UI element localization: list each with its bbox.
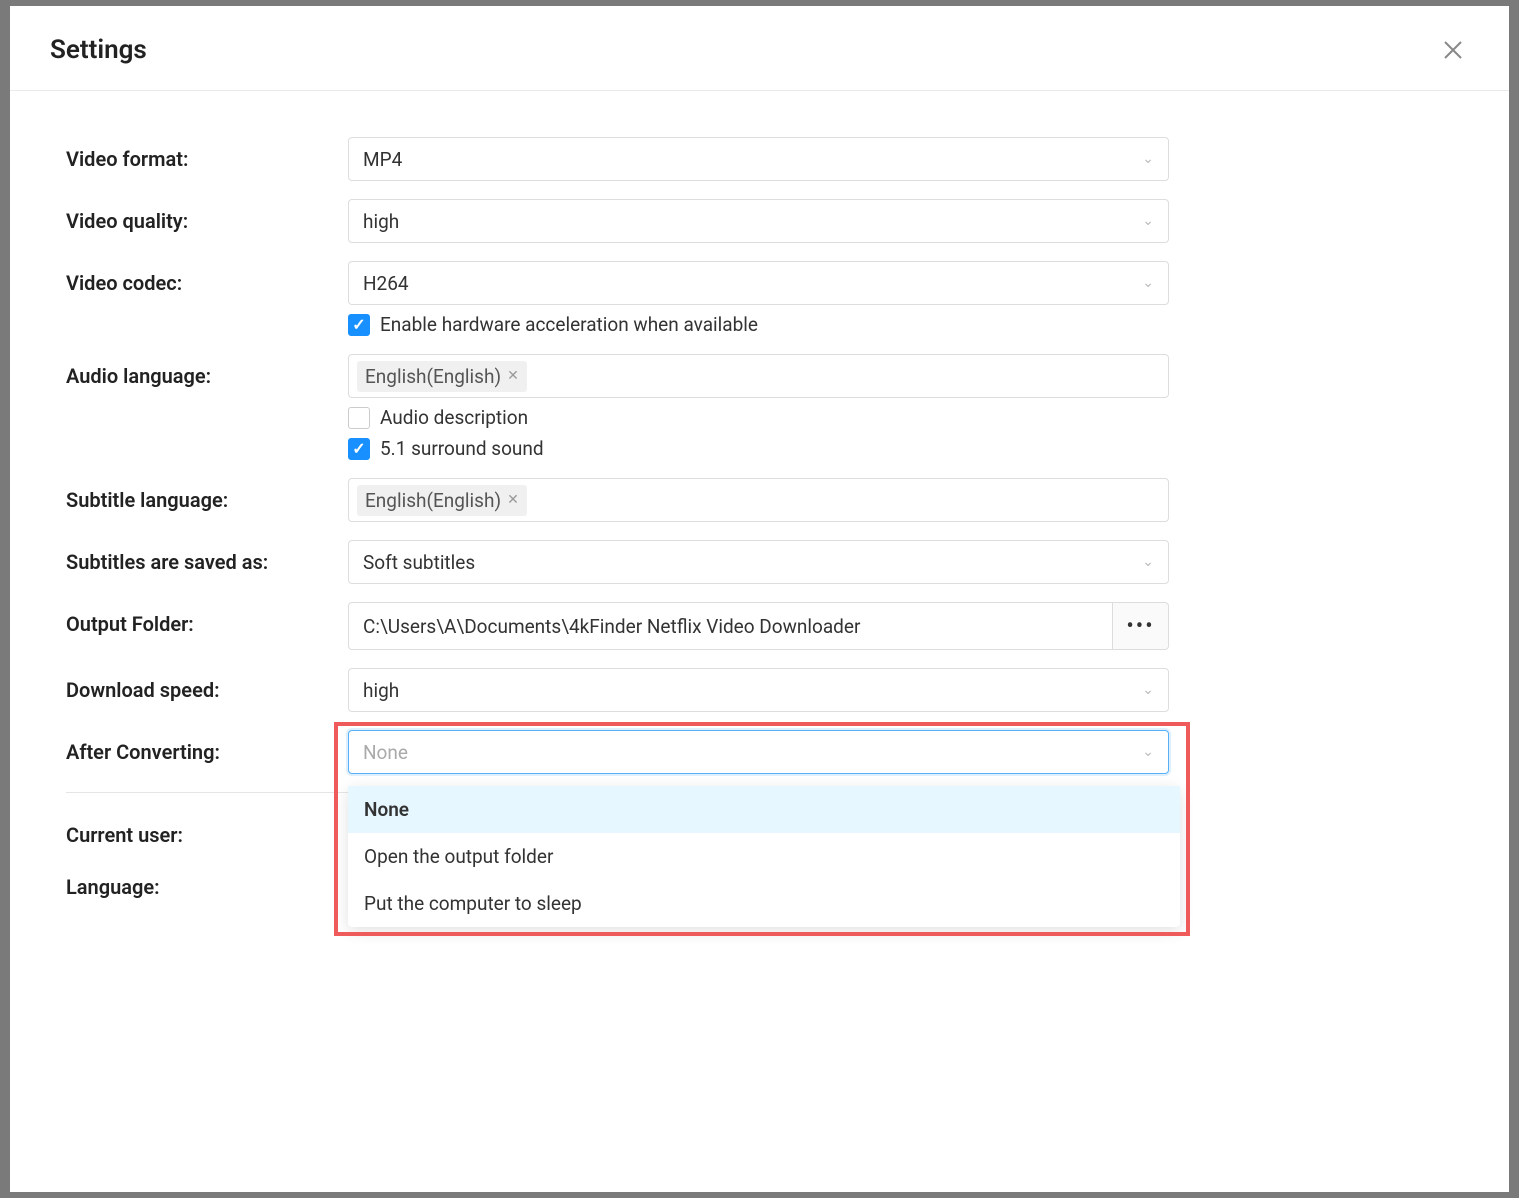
- row-video-format: Video format: MP4 ⌄: [10, 137, 1509, 181]
- modal-title: Settings: [50, 35, 147, 65]
- select-value: high: [363, 210, 1134, 233]
- select-subtitles-saved[interactable]: Soft subtitles ⌄: [348, 540, 1169, 584]
- tag-label: English(English): [365, 489, 501, 512]
- checkbox-hw-accel-row: Enable hardware acceleration when availa…: [348, 313, 1169, 336]
- row-subtitles-saved: Subtitles are saved as: Soft subtitles ⌄: [10, 540, 1509, 584]
- label-video-format: Video format:: [66, 137, 348, 171]
- checkbox-surround-row: 5.1 surround sound: [348, 437, 1169, 460]
- tag-remove-icon[interactable]: ✕: [507, 369, 519, 383]
- chevron-down-icon: ⌄: [1142, 554, 1154, 570]
- checkbox-hw-accel[interactable]: [348, 314, 370, 336]
- dropdown-after-converting: None Open the output folder Put the comp…: [348, 786, 1180, 927]
- select-video-format[interactable]: MP4 ⌄: [348, 137, 1169, 181]
- checkbox-surround-sound[interactable]: [348, 438, 370, 460]
- select-value: H264: [363, 272, 1134, 295]
- label-output-folder: Output Folder:: [66, 602, 348, 636]
- label-subtitle-language: Subtitle language:: [66, 478, 348, 512]
- chevron-down-icon: ⌄: [1142, 744, 1154, 760]
- output-folder-value: C:\Users\A\Documents\4kFinder Netflix Vi…: [363, 615, 860, 638]
- chevron-down-icon: ⌄: [1142, 682, 1154, 698]
- select-value: Soft subtitles: [363, 551, 1134, 574]
- label-after-converting: After Converting:: [66, 730, 348, 764]
- label-language: Language:: [66, 865, 348, 899]
- output-folder-path[interactable]: C:\Users\A\Documents\4kFinder Netflix Vi…: [348, 602, 1113, 650]
- label-video-codec: Video codec:: [66, 261, 348, 295]
- select-placeholder: None: [363, 741, 1134, 764]
- label-audio-language: Audio language:: [66, 354, 348, 388]
- row-subtitle-language: Subtitle language: English(English) ✕: [10, 478, 1509, 522]
- row-download-speed: Download speed: high ⌄: [10, 668, 1509, 712]
- label-download-speed: Download speed:: [66, 668, 348, 702]
- checkbox-surround-label: 5.1 surround sound: [380, 437, 544, 460]
- tag-input-audio-language[interactable]: English(English) ✕: [348, 354, 1169, 398]
- row-audio-language: Audio language: English(English) ✕ Audio…: [10, 354, 1509, 460]
- ellipsis-icon: •••: [1126, 614, 1154, 639]
- tag-label: English(English): [365, 365, 501, 388]
- tag-remove-icon[interactable]: ✕: [507, 493, 519, 507]
- dropdown-option-open-folder[interactable]: Open the output folder: [348, 833, 1180, 880]
- chevron-down-icon: ⌄: [1142, 151, 1154, 167]
- checkbox-audio-desc-label: Audio description: [380, 406, 528, 429]
- modal-body: Video format: MP4 ⌄ Video quality: high …: [10, 91, 1509, 1192]
- dropdown-option-none[interactable]: None: [348, 786, 1180, 833]
- select-value: MP4: [363, 148, 1134, 171]
- settings-modal: Settings Video format: MP4 ⌄ Video quali…: [10, 6, 1509, 1192]
- label-subtitles-saved: Subtitles are saved as:: [66, 540, 348, 574]
- chevron-down-icon: ⌄: [1142, 275, 1154, 291]
- select-download-speed[interactable]: high ⌄: [348, 668, 1169, 712]
- row-after-converting: After Converting: None ⌄: [10, 730, 1509, 774]
- checkbox-hw-accel-label: Enable hardware acceleration when availa…: [380, 313, 758, 336]
- browse-folder-button[interactable]: •••: [1113, 602, 1169, 650]
- tag-input-subtitle-language[interactable]: English(English) ✕: [348, 478, 1169, 522]
- row-video-codec: Video codec: H264 ⌄ Enable hardware acce…: [10, 261, 1509, 336]
- select-video-codec[interactable]: H264 ⌄: [348, 261, 1169, 305]
- close-button[interactable]: [1437, 34, 1469, 66]
- close-icon: [1443, 40, 1463, 60]
- checkbox-audio-description[interactable]: [348, 407, 370, 429]
- checkbox-audio-desc-row: Audio description: [348, 406, 1169, 429]
- select-video-quality[interactable]: high ⌄: [348, 199, 1169, 243]
- label-current-user: Current user:: [66, 813, 348, 847]
- dropdown-option-sleep[interactable]: Put the computer to sleep: [348, 880, 1180, 927]
- tag-audio-english: English(English) ✕: [357, 361, 527, 392]
- select-after-converting[interactable]: None ⌄: [348, 730, 1169, 774]
- label-video-quality: Video quality:: [66, 199, 348, 233]
- row-output-folder: Output Folder: C:\Users\A\Documents\4kFi…: [10, 602, 1509, 650]
- chevron-down-icon: ⌄: [1142, 213, 1154, 229]
- tag-subtitle-english: English(English) ✕: [357, 485, 527, 516]
- modal-header: Settings: [10, 6, 1509, 91]
- select-value: high: [363, 679, 1134, 702]
- row-video-quality: Video quality: high ⌄: [10, 199, 1509, 243]
